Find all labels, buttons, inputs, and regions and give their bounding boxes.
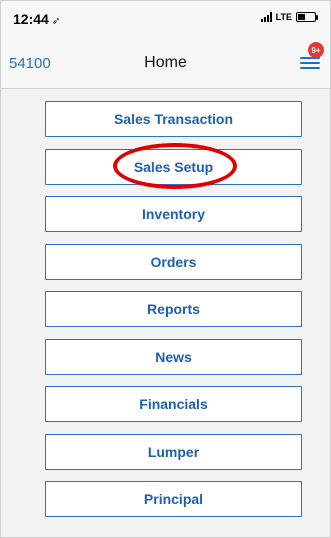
status-indicators: LTE xyxy=(260,12,318,22)
sales-setup-button[interactable]: Sales Setup xyxy=(45,148,302,185)
battery-icon xyxy=(296,12,318,22)
lumper-button[interactable]: Lumper xyxy=(45,433,302,470)
hamburger-menu-button[interactable]: 9+ xyxy=(300,42,324,71)
orders-button[interactable]: Orders xyxy=(45,243,302,280)
app-screen: 12:44 ➶ LTE 54100 Home 9+ Sales Transacti… xyxy=(0,0,331,538)
status-time: 12:44 ➶ xyxy=(13,11,60,27)
news-button[interactable]: News xyxy=(45,338,302,375)
reports-button[interactable]: Reports xyxy=(45,291,302,327)
sales-transaction-button[interactable]: Sales Transaction xyxy=(45,101,302,137)
home-menu: Sales Transaction Sales Setup Inventory … xyxy=(45,101,302,529)
signal-icon xyxy=(260,12,272,22)
inventory-button[interactable]: Inventory xyxy=(45,196,302,232)
status-bar: 12:44 ➶ LTE xyxy=(1,1,330,37)
page-title: Home xyxy=(144,54,187,71)
status-time-text: 12:44 xyxy=(13,11,49,27)
location-arrow-icon: ➶ xyxy=(51,16,61,27)
network-type: LTE xyxy=(275,12,292,22)
principal-button[interactable]: Principal xyxy=(45,481,302,517)
navigation-bar: 54100 Home 9+ xyxy=(1,37,330,89)
financials-button[interactable]: Financials xyxy=(45,386,302,422)
notification-badge: 9+ xyxy=(308,42,324,58)
